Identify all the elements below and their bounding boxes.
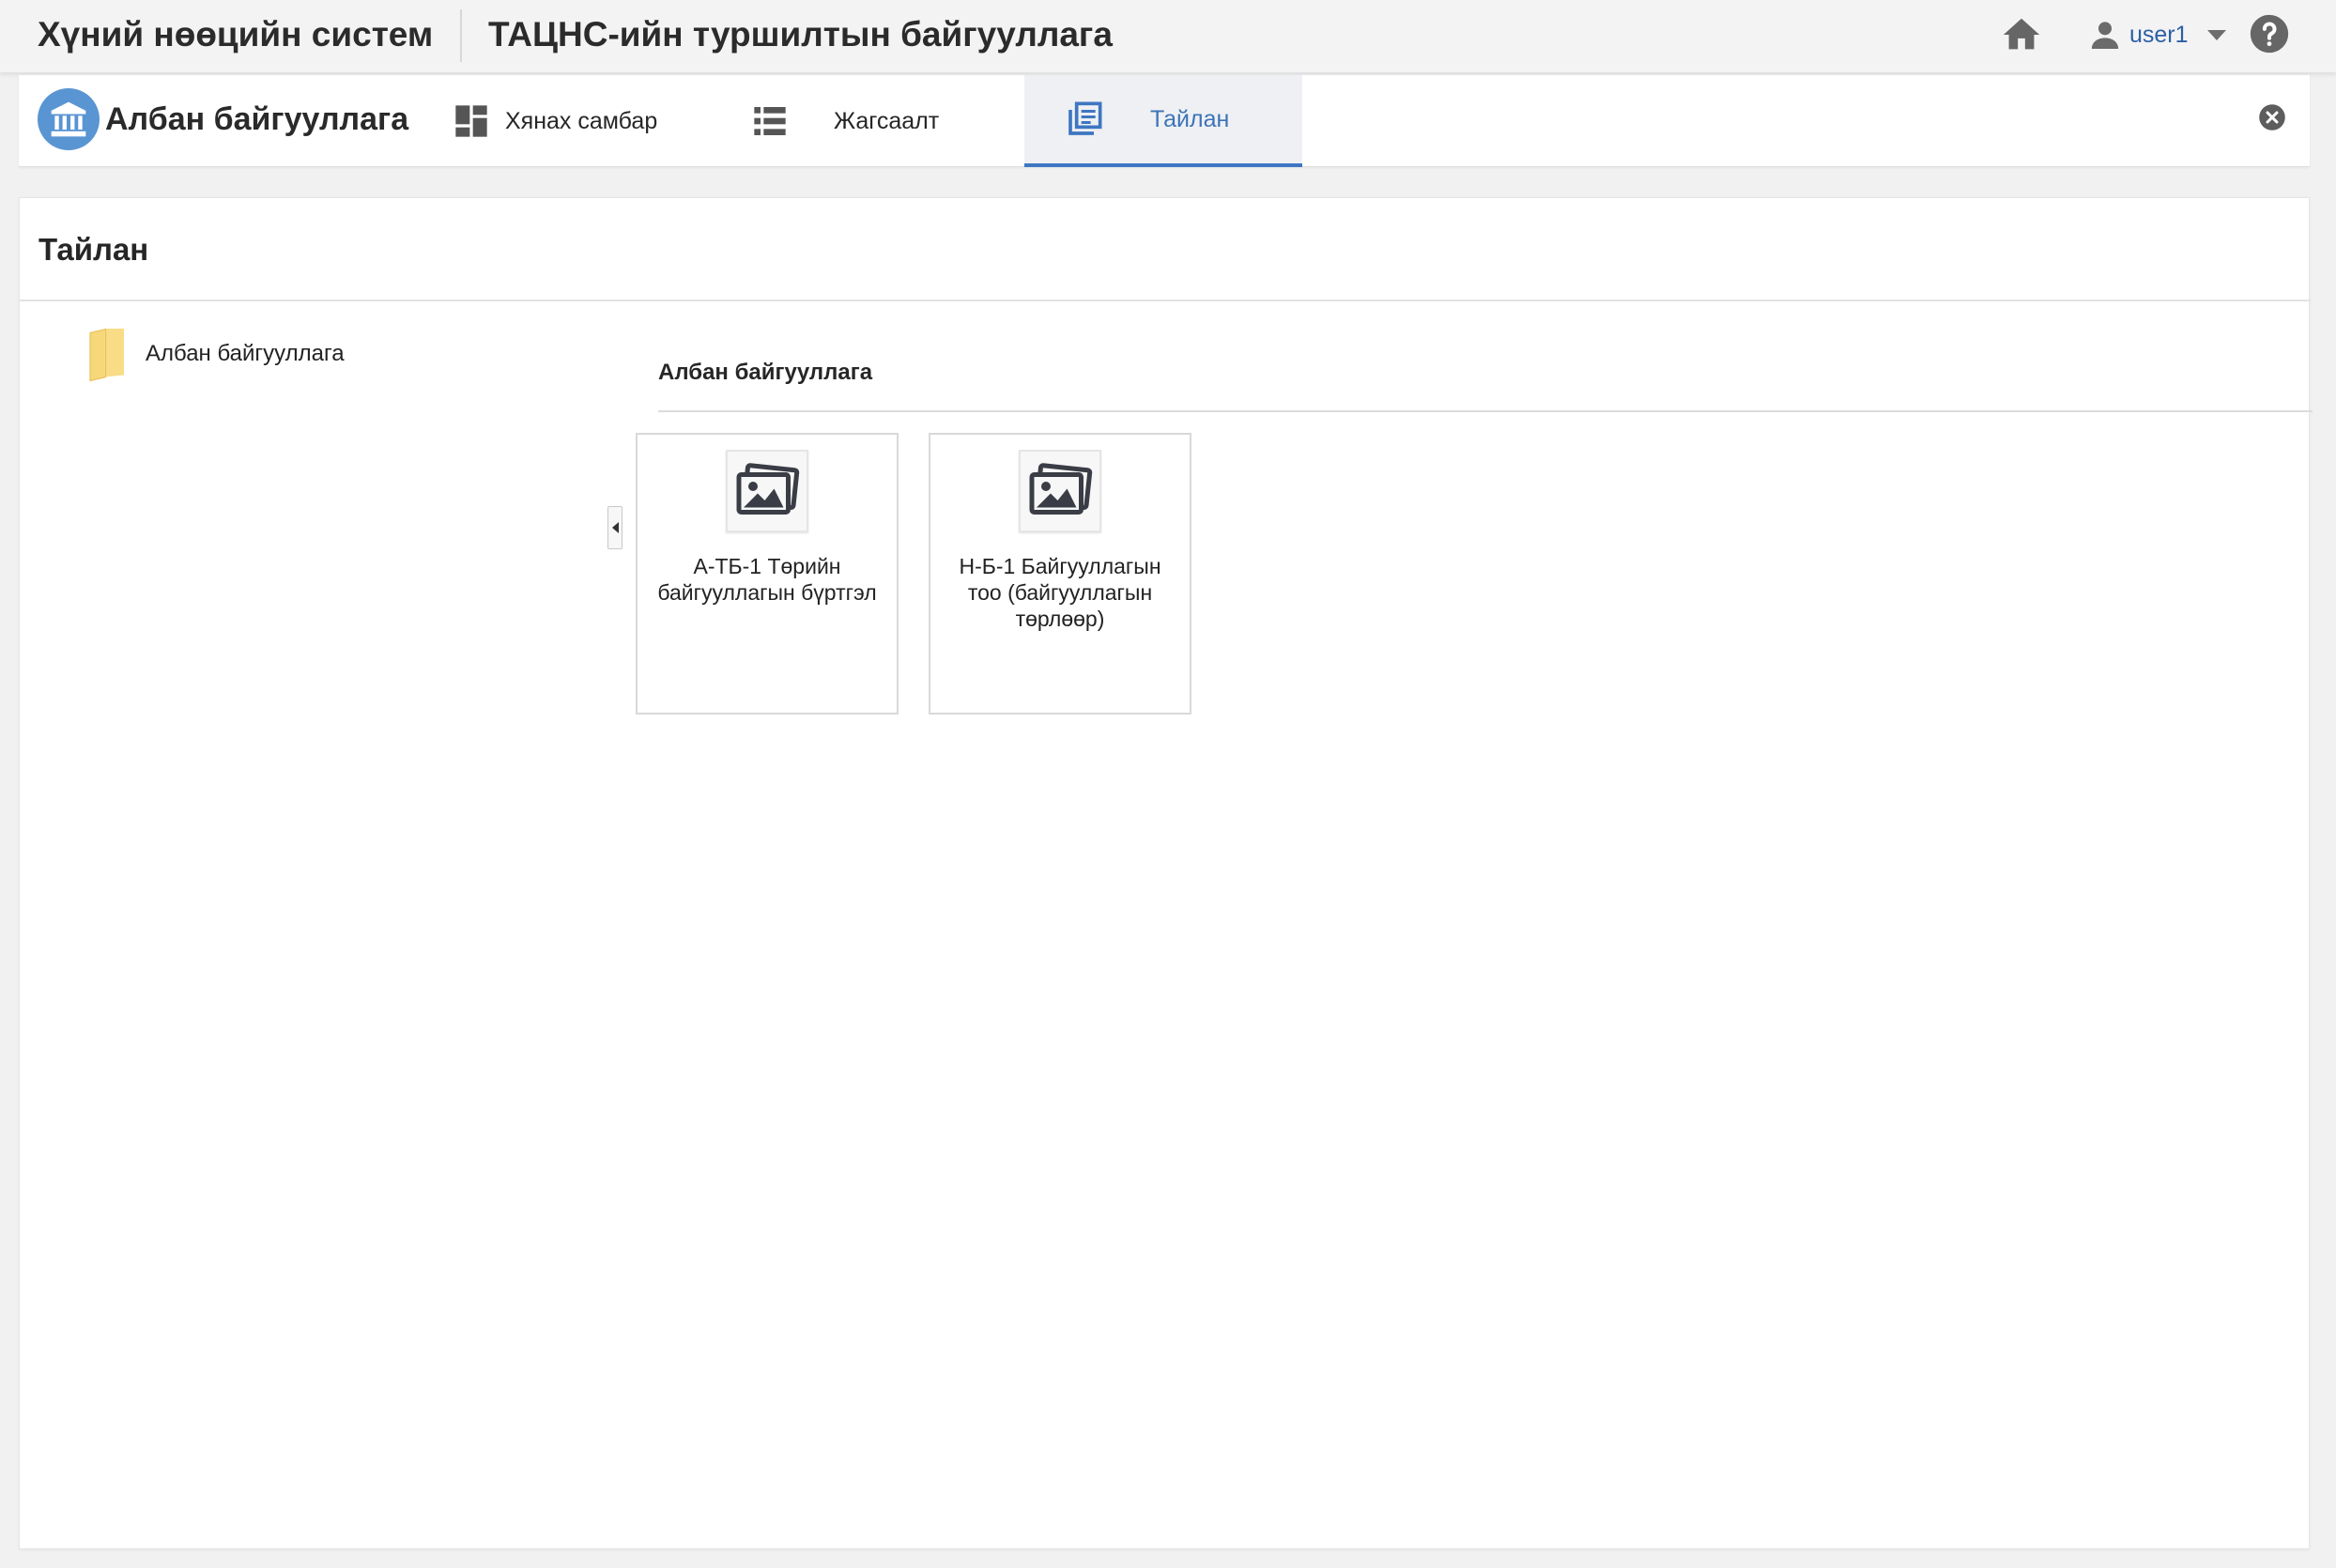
image-icon [1029, 463, 1093, 515]
page-title: Тайлан [38, 232, 149, 267]
user-name: user1 [2129, 21, 2189, 48]
tab-report-label: Тайлан [1150, 105, 1230, 132]
tab-list-label: Жагсаалт [834, 107, 940, 134]
section-divider [658, 410, 2313, 412]
report-card[interactable]: А-ТБ-1 Төрийн байгууллагын бүртгэл [636, 433, 899, 715]
help-icon [2250, 14, 2289, 54]
report-card-label: А-ТБ-1 Төрийн байгууллагын бүртгэл [657, 554, 877, 605]
title-separator [460, 9, 462, 62]
folder-icon [89, 328, 124, 382]
user-menu[interactable]: user1 [2086, 13, 2226, 56]
home-button[interactable] [2000, 13, 2043, 56]
tab-dashboard-label: Хянах самбар [505, 107, 658, 134]
close-module-button[interactable] [2258, 103, 2286, 131]
top-bar: Хүний нөөцийн систем ТАЦНС-ийн туршилтын… [0, 0, 2336, 73]
report-card-label: Н-Б-1 Байгууллагын тоо (байгууллагын төр… [959, 554, 1161, 631]
report-panel: Тайлан Албан байгууллага Албан байгуулла… [19, 197, 2313, 1549]
dashboard-icon [455, 105, 487, 137]
tree-item-folder[interactable]: Албан байгууллага [87, 326, 345, 382]
section-title: Албан байгууллага [658, 360, 873, 385]
home-icon [2003, 18, 2040, 50]
close-icon [2259, 104, 2285, 131]
app-title: Хүний нөөцийн систем [38, 15, 434, 54]
help-button[interactable] [2249, 13, 2290, 54]
module-title: Албан байгууллага [105, 101, 409, 137]
user-icon [2091, 22, 2119, 49]
organization-title: ТАЦНС-ийн туршилтын байгууллага [488, 15, 1113, 54]
bank-building-icon [38, 88, 100, 150]
tab-report[interactable]: Тайлан [1024, 75, 1302, 167]
tree-item-label: Албан байгууллага [146, 341, 345, 366]
tab-dashboard[interactable]: Хянах самбар [453, 75, 678, 167]
image-icon [736, 463, 800, 515]
tab-list[interactable]: Жагсаалт [751, 75, 976, 167]
list-icon [754, 107, 786, 135]
panel-divider [20, 300, 2311, 301]
report-card[interactable]: Н-Б-1 Байгууллагын тоо (байгууллагын төр… [929, 433, 1191, 715]
report-thumbnail [1019, 450, 1101, 532]
report-icon [1068, 101, 1102, 135]
report-thumbnail [726, 450, 808, 532]
chevron-down-icon [2206, 29, 2226, 40]
collapse-sidebar-handle[interactable] [607, 506, 622, 549]
module-nav: Албан байгууллага Хянах самбар Жагсаалт … [19, 75, 2310, 167]
chevron-left-icon [611, 522, 619, 533]
